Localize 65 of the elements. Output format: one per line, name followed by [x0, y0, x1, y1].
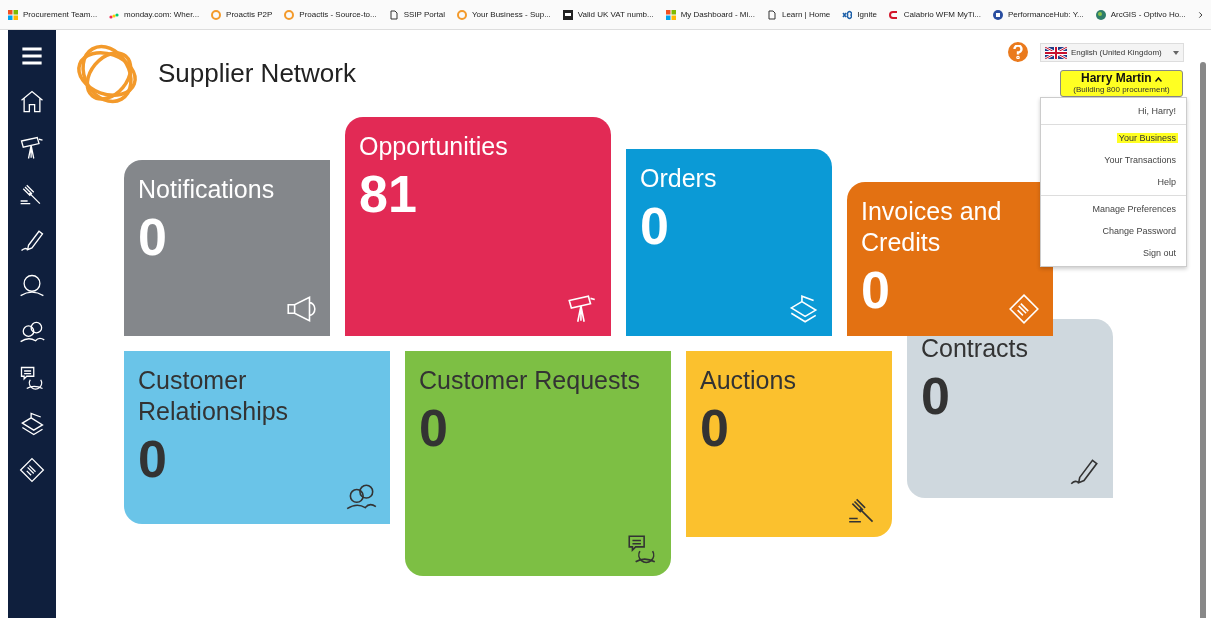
menu-item[interactable]: Sign out	[1140, 248, 1178, 258]
ring-icon	[456, 9, 467, 20]
grid-icon	[8, 9, 18, 20]
bookmark[interactable]: Proactis P2P	[211, 9, 273, 20]
tile-title: Opportunities	[359, 131, 509, 162]
tile-count: 0	[138, 429, 167, 490]
page-icon	[388, 9, 399, 20]
tile-title: Contracts	[921, 333, 1029, 364]
tile-title: Orders	[640, 163, 718, 194]
tile-count: 0	[700, 398, 729, 459]
bookmark[interactable]: ArcGIS - Optivo Ho...	[1095, 9, 1186, 20]
dashboard-tile[interactable]: Notifications 0	[124, 160, 330, 336]
language-select[interactable]: English (United Kingdom)	[1040, 43, 1184, 62]
c-letter-icon	[888, 9, 899, 20]
bookmark[interactable]: monday.com: Wher...	[109, 9, 200, 20]
square-icon	[562, 9, 573, 20]
tile-count: 0	[138, 207, 167, 268]
tile-count: 0	[861, 260, 890, 321]
tile-title: Auctions	[700, 365, 797, 396]
bookmark[interactable]: Procurement Team...	[8, 9, 98, 20]
dashboard-tile[interactable]: Opportunities 81	[345, 117, 611, 336]
menu-item[interactable]: Hi, Harry!	[1136, 106, 1178, 116]
bookmark[interactable]: Learn | Home	[766, 9, 831, 20]
flag-icon	[1045, 46, 1067, 59]
tile-title: Invoices and Credits	[861, 196, 1003, 258]
telescope-icon[interactable]	[18, 134, 46, 162]
help-icon[interactable]	[1008, 42, 1028, 62]
scrollbar[interactable]	[1200, 62, 1206, 618]
tile-title: Notifications	[138, 174, 276, 205]
grid-icon	[665, 9, 676, 20]
dashboard-tile[interactable]: Customer Relationships 0	[124, 351, 390, 524]
invoice-icon[interactable]	[18, 456, 46, 484]
bookmark[interactable]: My Dashboard - Mi...	[665, 9, 755, 20]
invoice-icon	[1007, 292, 1041, 326]
dashboard-tile[interactable]: Contracts 0	[907, 319, 1113, 498]
tile-count: 81	[359, 164, 417, 225]
page-icon	[766, 9, 777, 20]
user-menu-button[interactable]: Harry Martin (Building 800 procurement)	[1060, 70, 1183, 97]
menu-item[interactable]: Your Business	[1116, 133, 1178, 143]
dashboard-tile[interactable]: Auctions 0	[686, 351, 892, 537]
tile-title: Customer Relationships	[138, 365, 290, 427]
menu-item[interactable]: Change Password	[1100, 226, 1178, 236]
bookmark[interactable]: Proactis - Source-to...	[284, 9, 377, 20]
infinity-icon	[842, 9, 853, 20]
bookmark[interactable]: Your Business - Sup...	[456, 9, 551, 20]
page-title: Supplier Network	[158, 58, 356, 89]
ring-icon	[211, 9, 222, 20]
tile-count: 0	[640, 196, 669, 257]
tile-count: 0	[921, 366, 950, 427]
bookmark[interactable]: Valid UK VAT numb...	[562, 9, 654, 20]
menu-item[interactable]: Your Transactions	[1102, 155, 1178, 165]
tile-count: 0	[419, 398, 448, 459]
bookmark[interactable]: PerformanceHub: Y...	[992, 9, 1084, 20]
dashboard-tile[interactable]: Customer Requests 0	[405, 351, 671, 576]
bookmark[interactable]: Calabrio WFM MyTi...	[888, 9, 981, 20]
bookmark[interactable]: SSIP Portal	[388, 9, 445, 20]
menu-item[interactable]: Manage Preferences	[1090, 204, 1178, 214]
ring-icon	[284, 9, 295, 20]
circle-icon	[992, 9, 1003, 20]
caret-icon	[1173, 50, 1179, 55]
globe-icon	[1095, 9, 1106, 20]
menu-item[interactable]: Help	[1155, 177, 1178, 187]
tile-title: Customer Requests	[419, 365, 641, 396]
bookmark[interactable]: Ignite	[842, 9, 877, 20]
chevron-up-icon	[1155, 76, 1162, 82]
